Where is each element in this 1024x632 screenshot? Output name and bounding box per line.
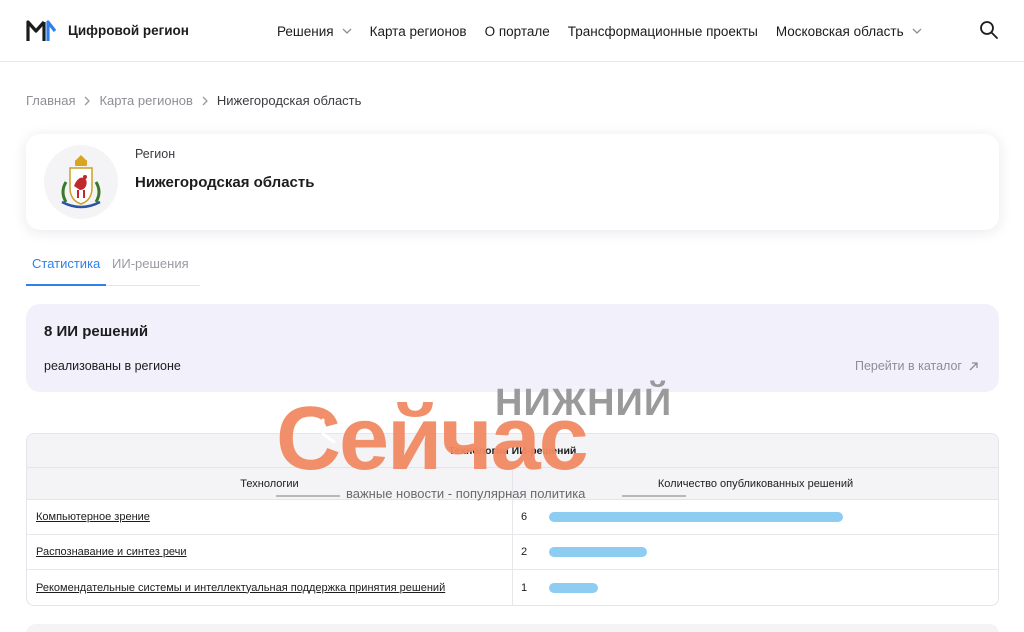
technology-cell: Компьютерное зрение — [27, 500, 513, 534]
logo[interactable]: Цифровой регион — [26, 19, 189, 43]
chevron-down-icon — [342, 28, 352, 34]
chevron-down-icon — [912, 28, 922, 34]
count-bar — [549, 582, 598, 593]
nav-item-about[interactable]: О портале — [485, 24, 550, 39]
solutions-count-value: 2 — [521, 546, 528, 558]
region-name: Нижегородская область — [135, 174, 315, 191]
nav-item-label: О портале — [484, 23, 550, 39]
solutions-subtitle: реализованы в регионе — [44, 359, 181, 373]
technology-link[interactable]: Рекомендательные системы и интеллектуаль… — [36, 582, 445, 594]
table-caption: Технологии ИИ-решений — [27, 434, 998, 468]
nav-item-regions-map[interactable]: Карта регионов — [370, 24, 467, 39]
breadcrumb-regions-map[interactable]: Карта регионов — [99, 93, 192, 108]
tab-ai-solutions[interactable]: ИИ-решения — [106, 250, 195, 286]
nav-item-label: Московская область — [775, 23, 904, 39]
nav-item-region-select[interactable]: Московская область — [776, 24, 922, 39]
count-cell: 1 — [513, 570, 998, 605]
technology-cell: Рекомендательные системы и интеллектуаль… — [27, 570, 513, 605]
technologies-table: Технологии ИИ-решений Технологии Количес… — [26, 433, 999, 606]
chevron-right-icon — [202, 96, 208, 105]
next-section-edge — [26, 624, 999, 632]
table-header: Технологии Количество опубликованных реш… — [27, 468, 998, 500]
nav-item-solutions[interactable]: Решения — [277, 24, 352, 39]
breadcrumb-current: Нижегородская область — [216, 93, 362, 108]
table-body: Компьютерное зрение 6 Распознавание и синт… — [27, 500, 998, 605]
nav-item-label: Карта регионов — [369, 23, 467, 39]
breadcrumb: Главная Карта регионов Нижегородская обл… — [26, 93, 361, 108]
table-row: Распознавание и синтез речи 2 — [27, 535, 998, 570]
technology-link[interactable]: Компьютерное зрение — [36, 511, 150, 523]
nav-item-transformation-projects[interactable]: Трансформационные проекты — [568, 24, 758, 39]
technology-link[interactable]: Распознавание и синтез речи — [36, 546, 187, 558]
solutions-count-value: 6 — [521, 511, 528, 523]
tab-statistics[interactable]: Статистика — [26, 250, 106, 286]
catalog-link[interactable]: Перейти в каталог — [855, 359, 979, 373]
region-card: Регион Нижегородская область — [26, 134, 999, 230]
region-emblem — [44, 145, 118, 219]
search-icon[interactable] — [978, 19, 1000, 41]
region-label: Регион — [135, 147, 176, 161]
count-bar — [549, 512, 843, 522]
solutions-count-value: 1 — [521, 581, 528, 594]
chevron-right-icon — [85, 96, 91, 105]
arrow-up-right-icon — [969, 361, 978, 370]
catalog-link-label: Перейти в каталог — [854, 359, 962, 373]
logo-icon — [26, 19, 57, 41]
table-row: Рекомендательные системы и интеллектуаль… — [27, 570, 998, 605]
region-tabs: Статистика ИИ-решения — [26, 250, 200, 286]
main-nav: Решения Карта регионов О портале Трансфо… — [277, 0, 940, 62]
column-header-technology: Технологии — [27, 468, 513, 499]
table-row: Компьютерное зрение 6 — [27, 500, 998, 535]
coat-of-arms-icon — [61, 155, 101, 209]
solutions-count: 8 ИИ решений — [44, 323, 149, 340]
breadcrumb-home[interactable]: Главная — [26, 93, 75, 108]
logo-text: Цифровой регион — [68, 23, 189, 38]
nav-item-label: Решения — [277, 23, 334, 39]
count-bar — [549, 547, 647, 557]
nav-item-label: Трансформационные проекты — [567, 23, 758, 39]
count-cell: 2 — [513, 535, 998, 569]
count-cell: 6 — [513, 500, 998, 534]
technology-cell: Распознавание и синтез речи — [27, 535, 513, 569]
stats-card: 8 ИИ решений реализованы в регионе Перей… — [26, 304, 999, 392]
site-header: Цифровой регион Решения Карта регионов О… — [0, 0, 1024, 62]
column-header-count: Количество опубликованных решений — [657, 477, 854, 490]
